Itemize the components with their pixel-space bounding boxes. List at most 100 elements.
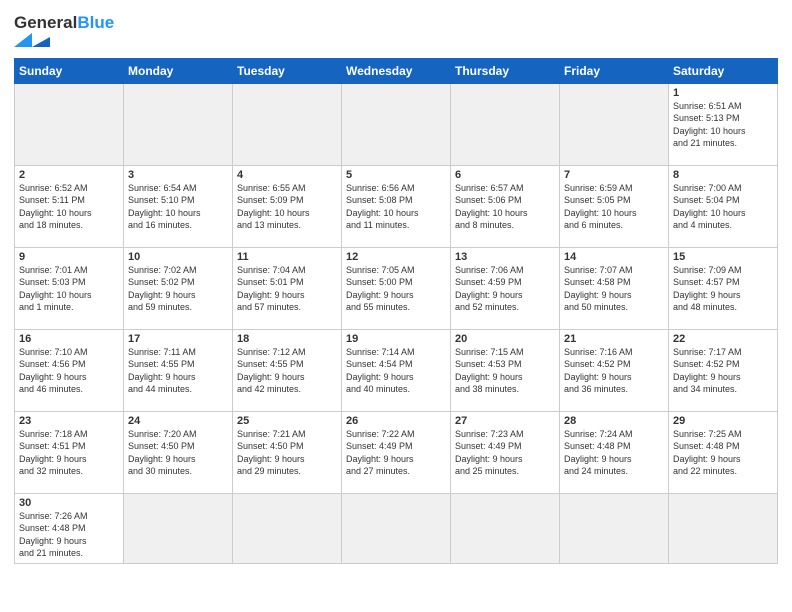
calendar-row-0: 1Sunrise: 6:51 AM Sunset: 5:13 PM Daylig… <box>15 83 778 165</box>
day-number: 17 <box>128 333 228 345</box>
calendar-cell-4-4: 27Sunrise: 7:23 AM Sunset: 4:49 PM Dayli… <box>451 411 560 493</box>
col-header-friday: Friday <box>560 58 669 83</box>
cell-info: Sunrise: 7:23 AM Sunset: 4:49 PM Dayligh… <box>455 428 555 478</box>
cell-info: Sunrise: 7:14 AM Sunset: 4:54 PM Dayligh… <box>346 346 446 396</box>
cell-info: Sunrise: 6:59 AM Sunset: 5:05 PM Dayligh… <box>564 182 664 232</box>
cell-info: Sunrise: 7:17 AM Sunset: 4:52 PM Dayligh… <box>673 346 773 396</box>
cell-info: Sunrise: 7:02 AM Sunset: 5:02 PM Dayligh… <box>128 264 228 314</box>
cell-info: Sunrise: 7:06 AM Sunset: 4:59 PM Dayligh… <box>455 264 555 314</box>
cell-info: Sunrise: 7:21 AM Sunset: 4:50 PM Dayligh… <box>237 428 337 478</box>
calendar-cell-2-4: 13Sunrise: 7:06 AM Sunset: 4:59 PM Dayli… <box>451 247 560 329</box>
col-header-monday: Monday <box>124 58 233 83</box>
cell-info: Sunrise: 7:11 AM Sunset: 4:55 PM Dayligh… <box>128 346 228 396</box>
calendar-cell-3-5: 21Sunrise: 7:16 AM Sunset: 4:52 PM Dayli… <box>560 329 669 411</box>
day-number: 29 <box>673 415 773 427</box>
calendar-cell-1-0: 2Sunrise: 6:52 AM Sunset: 5:11 PM Daylig… <box>15 165 124 247</box>
cell-info: Sunrise: 6:57 AM Sunset: 5:06 PM Dayligh… <box>455 182 555 232</box>
day-number: 21 <box>564 333 664 345</box>
calendar-cell-3-6: 22Sunrise: 7:17 AM Sunset: 4:52 PM Dayli… <box>669 329 778 411</box>
calendar-cell-0-4 <box>451 83 560 165</box>
calendar-cell-3-4: 20Sunrise: 7:15 AM Sunset: 4:53 PM Dayli… <box>451 329 560 411</box>
cell-info: Sunrise: 7:09 AM Sunset: 4:57 PM Dayligh… <box>673 264 773 314</box>
day-number: 28 <box>564 415 664 427</box>
calendar-cell-5-1 <box>124 493 233 563</box>
cell-info: Sunrise: 7:24 AM Sunset: 4:48 PM Dayligh… <box>564 428 664 478</box>
cell-info: Sunrise: 7:00 AM Sunset: 5:04 PM Dayligh… <box>673 182 773 232</box>
calendar-row-2: 9Sunrise: 7:01 AM Sunset: 5:03 PM Daylig… <box>15 247 778 329</box>
day-number: 3 <box>128 169 228 181</box>
calendar-cell-3-3: 19Sunrise: 7:14 AM Sunset: 4:54 PM Dayli… <box>342 329 451 411</box>
day-number: 9 <box>19 251 119 263</box>
col-header-sunday: Sunday <box>15 58 124 83</box>
col-header-tuesday: Tuesday <box>233 58 342 83</box>
cell-info: Sunrise: 7:04 AM Sunset: 5:01 PM Dayligh… <box>237 264 337 314</box>
cell-info: Sunrise: 7:12 AM Sunset: 4:55 PM Dayligh… <box>237 346 337 396</box>
calendar-row-3: 16Sunrise: 7:10 AM Sunset: 4:56 PM Dayli… <box>15 329 778 411</box>
header: GeneralBlue <box>14 10 778 52</box>
cell-info: Sunrise: 7:10 AM Sunset: 4:56 PM Dayligh… <box>19 346 119 396</box>
day-number: 11 <box>237 251 337 263</box>
cell-info: Sunrise: 6:56 AM Sunset: 5:08 PM Dayligh… <box>346 182 446 232</box>
day-number: 16 <box>19 333 119 345</box>
cell-info: Sunrise: 6:52 AM Sunset: 5:11 PM Dayligh… <box>19 182 119 232</box>
cell-info: Sunrise: 6:54 AM Sunset: 5:10 PM Dayligh… <box>128 182 228 232</box>
calendar-cell-5-2 <box>233 493 342 563</box>
calendar-row-5: 30Sunrise: 7:26 AM Sunset: 4:48 PM Dayli… <box>15 493 778 563</box>
day-number: 6 <box>455 169 555 181</box>
calendar-cell-2-6: 15Sunrise: 7:09 AM Sunset: 4:57 PM Dayli… <box>669 247 778 329</box>
cell-info: Sunrise: 7:26 AM Sunset: 4:48 PM Dayligh… <box>19 510 119 560</box>
calendar-cell-1-5: 7Sunrise: 6:59 AM Sunset: 5:05 PM Daylig… <box>560 165 669 247</box>
day-number: 26 <box>346 415 446 427</box>
day-number: 8 <box>673 169 773 181</box>
calendar-cell-2-1: 10Sunrise: 7:02 AM Sunset: 5:02 PM Dayli… <box>124 247 233 329</box>
cell-info: Sunrise: 7:18 AM Sunset: 4:51 PM Dayligh… <box>19 428 119 478</box>
calendar-cell-1-6: 8Sunrise: 7:00 AM Sunset: 5:04 PM Daylig… <box>669 165 778 247</box>
day-number: 12 <box>346 251 446 263</box>
cell-info: Sunrise: 7:16 AM Sunset: 4:52 PM Dayligh… <box>564 346 664 396</box>
calendar-cell-1-3: 5Sunrise: 6:56 AM Sunset: 5:08 PM Daylig… <box>342 165 451 247</box>
calendar-cell-2-5: 14Sunrise: 7:07 AM Sunset: 4:58 PM Dayli… <box>560 247 669 329</box>
cell-info: Sunrise: 7:25 AM Sunset: 4:48 PM Dayligh… <box>673 428 773 478</box>
calendar-cell-0-5 <box>560 83 669 165</box>
day-number: 22 <box>673 333 773 345</box>
calendar-cell-5-6 <box>669 493 778 563</box>
calendar-cell-0-1 <box>124 83 233 165</box>
calendar-cell-0-0 <box>15 83 124 165</box>
calendar-cell-4-6: 29Sunrise: 7:25 AM Sunset: 4:48 PM Dayli… <box>669 411 778 493</box>
calendar-cell-4-1: 24Sunrise: 7:20 AM Sunset: 4:50 PM Dayli… <box>124 411 233 493</box>
calendar-cell-5-4 <box>451 493 560 563</box>
day-number: 4 <box>237 169 337 181</box>
calendar-cell-2-2: 11Sunrise: 7:04 AM Sunset: 5:01 PM Dayli… <box>233 247 342 329</box>
calendar-cell-0-3 <box>342 83 451 165</box>
calendar-cell-1-2: 4Sunrise: 6:55 AM Sunset: 5:09 PM Daylig… <box>233 165 342 247</box>
cell-info: Sunrise: 7:07 AM Sunset: 4:58 PM Dayligh… <box>564 264 664 314</box>
calendar-header-row: SundayMondayTuesdayWednesdayThursdayFrid… <box>15 58 778 83</box>
day-number: 20 <box>455 333 555 345</box>
calendar-cell-2-0: 9Sunrise: 7:01 AM Sunset: 5:03 PM Daylig… <box>15 247 124 329</box>
calendar-cell-1-1: 3Sunrise: 6:54 AM Sunset: 5:10 PM Daylig… <box>124 165 233 247</box>
calendar-cell-0-6: 1Sunrise: 6:51 AM Sunset: 5:13 PM Daylig… <box>669 83 778 165</box>
day-number: 14 <box>564 251 664 263</box>
day-number: 7 <box>564 169 664 181</box>
calendar-row-1: 2Sunrise: 6:52 AM Sunset: 5:11 PM Daylig… <box>15 165 778 247</box>
calendar-cell-4-2: 25Sunrise: 7:21 AM Sunset: 4:50 PM Dayli… <box>233 411 342 493</box>
calendar-cell-5-0: 30Sunrise: 7:26 AM Sunset: 4:48 PM Dayli… <box>15 493 124 563</box>
col-header-thursday: Thursday <box>451 58 560 83</box>
day-number: 19 <box>346 333 446 345</box>
logo: GeneralBlue <box>14 14 114 52</box>
day-number: 25 <box>237 415 337 427</box>
calendar-cell-5-3 <box>342 493 451 563</box>
day-number: 30 <box>19 497 119 509</box>
logo-blue: Blue <box>77 13 114 32</box>
calendar-cell-1-4: 6Sunrise: 6:57 AM Sunset: 5:06 PM Daylig… <box>451 165 560 247</box>
day-number: 23 <box>19 415 119 427</box>
calendar-cell-3-0: 16Sunrise: 7:10 AM Sunset: 4:56 PM Dayli… <box>15 329 124 411</box>
logo-general: GeneralBlue <box>14 14 114 33</box>
day-number: 13 <box>455 251 555 263</box>
cell-info: Sunrise: 7:22 AM Sunset: 4:49 PM Dayligh… <box>346 428 446 478</box>
day-number: 18 <box>237 333 337 345</box>
day-number: 5 <box>346 169 446 181</box>
cell-info: Sunrise: 6:55 AM Sunset: 5:09 PM Dayligh… <box>237 182 337 232</box>
cell-info: Sunrise: 7:05 AM Sunset: 5:00 PM Dayligh… <box>346 264 446 314</box>
calendar-cell-4-5: 28Sunrise: 7:24 AM Sunset: 4:48 PM Dayli… <box>560 411 669 493</box>
